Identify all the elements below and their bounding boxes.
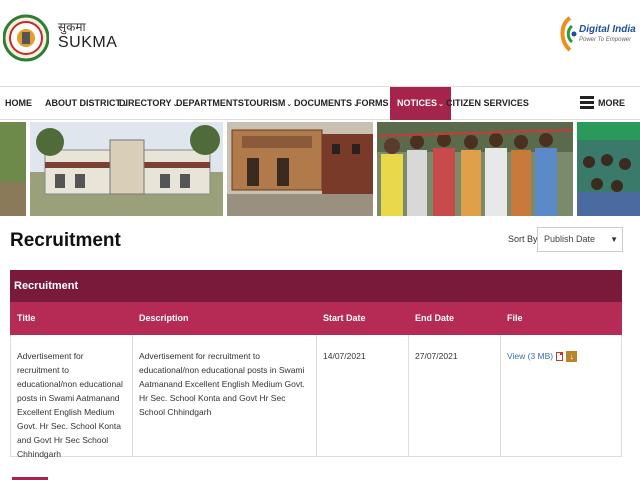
nav-citizen-services[interactable]: CITIZEN SERVICES [446, 87, 529, 120]
cell-file: View (3 MB) ↓ [501, 335, 621, 456]
nav-label: DOCUMENTS [294, 98, 352, 108]
banner-image [0, 122, 26, 216]
hamburger-menu-icon[interactable] [580, 96, 594, 110]
site-header: सुकमा SUKMA Digital India Power To Empow… [0, 0, 640, 86]
chevron-down-icon: ⌄ [438, 101, 444, 108]
nav-label: DEPARTMENTS [176, 98, 244, 108]
table-caption: Recruitment [10, 270, 622, 302]
nav-documents[interactable]: DOCUMENTS⌄ [294, 87, 359, 120]
column-header-start-date: Start Date [323, 313, 366, 323]
download-icon[interactable]: ↓ [566, 351, 578, 363]
district-emblem-icon[interactable] [3, 0, 49, 76]
nav-label: MORE [598, 98, 625, 108]
site-name[interactable]: सुकमा SUKMA [58, 20, 117, 52]
digital-india-tagline: Power To Empower [579, 37, 632, 43]
column-header-description: Description [139, 313, 189, 323]
column-header-file: File [507, 313, 523, 323]
cell-title: Advertisement for recruitment to educati… [11, 335, 133, 459]
sort-label: Sort By: [508, 234, 541, 244]
recruitment-table: Recruitment Title Description Start Date… [10, 270, 622, 459]
nav-label: ABOUT DISTRICT [45, 98, 121, 108]
digital-india-text: Digital India [579, 24, 636, 35]
nav-forms[interactable]: FORMS [356, 87, 389, 120]
banner-image [30, 122, 223, 216]
site-name-hindi: सुकमा [58, 20, 86, 34]
nav-label: HOME [5, 98, 32, 108]
sort-select-value: Publish Date [544, 234, 596, 244]
table-header-row: Title Description Start Date End Date Fi… [10, 302, 622, 335]
nav-label: FORMS [356, 98, 389, 108]
nav-notices[interactable]: NOTICES⌄ [390, 87, 451, 120]
column-header-title: Title [17, 313, 36, 323]
nav-label: NOTICES [397, 98, 438, 108]
nav-label: CITIZEN SERVICES [446, 98, 529, 108]
page-title: Recruitment [10, 230, 121, 251]
table-row: Advertisement for recruitment to educati… [10, 335, 622, 459]
banner-image [227, 122, 373, 216]
cell-end-date: 27/07/2021 [409, 335, 501, 456]
nav-more[interactable]: MORE [598, 87, 625, 120]
column-header-end-date: End Date [415, 313, 455, 323]
nav-departments[interactable]: DEPARTMENTS⌄ [176, 87, 251, 120]
main-nav: HOME ABOUT DISTRICT⌄ DIRECTORY⌄ DEPARTME… [0, 86, 640, 120]
nav-about-district[interactable]: ABOUT DISTRICT⌄ [45, 87, 128, 120]
caret-down-icon: ▼ [610, 235, 618, 244]
banner-image [577, 122, 640, 216]
nav-label: DIRECTORY [119, 98, 172, 108]
sort-select[interactable]: Publish Date ▼ [537, 227, 623, 252]
nav-directory[interactable]: DIRECTORY⌄ [119, 87, 178, 120]
site-name-english: SUKMA [58, 34, 118, 51]
cell-description: Advertisement for recruitment to educati… [133, 335, 317, 456]
chevron-down-icon: ⌄ [286, 101, 293, 108]
banner-image [377, 122, 573, 216]
nav-label: TOURISM [244, 98, 286, 108]
nav-tourism[interactable]: TOURISM⌄ [244, 87, 292, 120]
pdf-icon[interactable] [556, 352, 564, 362]
view-file-link[interactable]: View (3 MB) [507, 351, 553, 361]
nav-home[interactable]: HOME [5, 87, 32, 120]
cell-start-date: 14/07/2021 [317, 335, 409, 456]
